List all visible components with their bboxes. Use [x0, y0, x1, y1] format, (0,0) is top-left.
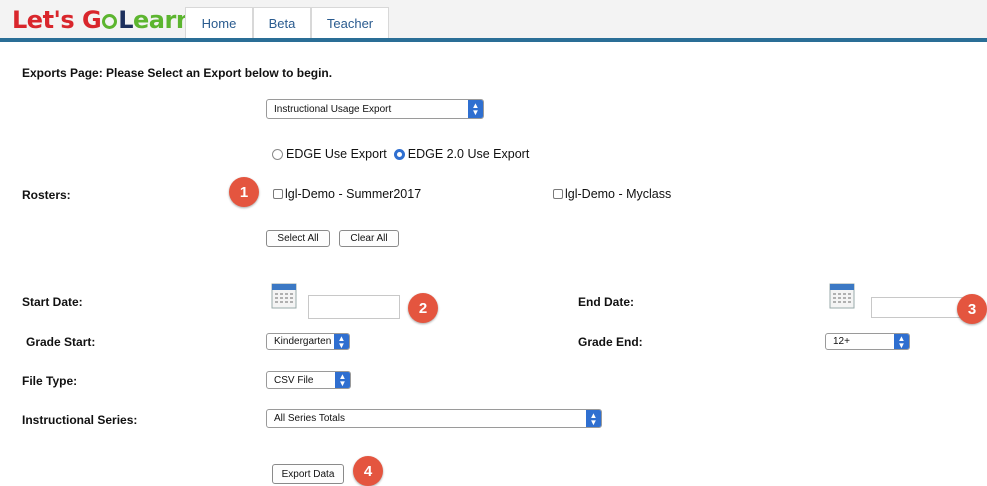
roster-checkbox[interactable]: [553, 189, 563, 199]
logo-part-1: Let's G: [12, 6, 102, 34]
calendar-icon[interactable]: [271, 283, 297, 309]
annotation-badge-2: 2: [408, 293, 438, 323]
select-arrows-icon: ▲ ▼: [586, 410, 601, 427]
select-arrows-icon: ▲ ▼: [894, 334, 909, 349]
grade-end-value: 12+: [833, 336, 850, 347]
logo-o-icon: [102, 14, 118, 29]
clear-all-button[interactable]: Clear All: [339, 230, 399, 247]
export-type-value: Instructional Usage Export: [274, 103, 392, 115]
logo-part-2: L: [118, 6, 134, 34]
annotation-badge-1: 1: [229, 177, 259, 207]
page-title: Exports Page: Please Select an Export be…: [22, 66, 333, 80]
grade-end-select[interactable]: 12+ ▲ ▼: [825, 333, 910, 350]
radio-edge2-label: EDGE 2.0 Use Export: [407, 147, 530, 161]
annotation-badge-4: 4: [353, 456, 383, 486]
end-date-input[interactable]: [871, 297, 963, 318]
export-type-select[interactable]: Instructional Usage Export ▲ ▼: [266, 99, 484, 119]
roster-label: lgl-Demo - Summer2017: [285, 187, 422, 201]
select-all-button[interactable]: Select All: [266, 230, 330, 247]
radio-edge-label: EDGE Use Export: [286, 147, 387, 161]
export-version-radios: EDGE Use Export EDGE 2.0 Use Export: [272, 147, 529, 161]
radio-edge[interactable]: [272, 148, 283, 160]
logo-part-3: earn: [133, 6, 193, 34]
export-data-button[interactable]: Export Data: [272, 464, 344, 484]
tab-teacher[interactable]: Teacher: [311, 7, 389, 38]
instructional-series-label: Instructional Series:: [22, 413, 138, 427]
calendar-icon[interactable]: [829, 283, 855, 309]
tab-beta[interactable]: Beta: [253, 7, 311, 38]
logo[interactable]: Let's G Learn: [12, 6, 193, 34]
tab-home[interactable]: Home: [185, 7, 253, 38]
start-date-label: Start Date:: [22, 295, 83, 309]
select-arrows-icon: ▲ ▼: [335, 372, 350, 388]
end-date-label: End Date:: [578, 295, 635, 309]
select-arrows-icon: ▲ ▼: [468, 100, 483, 118]
roster-item-summer2017[interactable]: lgl-Demo - Summer2017: [273, 187, 421, 201]
annotation-badge-3: 3: [957, 294, 987, 324]
header-bar: [0, 38, 987, 42]
grade-start-select[interactable]: Kindergarten ▲ ▼: [266, 333, 350, 350]
grade-end-label: Grade End:: [578, 335, 643, 349]
grade-start-label: Grade Start:: [26, 335, 96, 349]
file-type-select[interactable]: CSV File ▲ ▼: [266, 371, 351, 389]
instructional-series-value: All Series Totals: [274, 413, 345, 424]
rosters-label: Rosters:: [22, 188, 71, 202]
select-arrows-icon: ▲ ▼: [334, 334, 349, 349]
file-type-value: CSV File: [274, 374, 314, 386]
instructional-series-select[interactable]: All Series Totals ▲ ▼: [266, 409, 602, 428]
grade-start-value: Kindergarten: [274, 336, 332, 347]
file-type-label: File Type:: [22, 374, 78, 388]
roster-checkbox[interactable]: [273, 189, 283, 199]
start-date-input[interactable]: [308, 295, 400, 319]
roster-label: lgl-Demo - Myclass: [565, 187, 672, 201]
roster-item-myclass[interactable]: lgl-Demo - Myclass: [553, 187, 671, 201]
radio-edge2[interactable]: [393, 148, 405, 160]
